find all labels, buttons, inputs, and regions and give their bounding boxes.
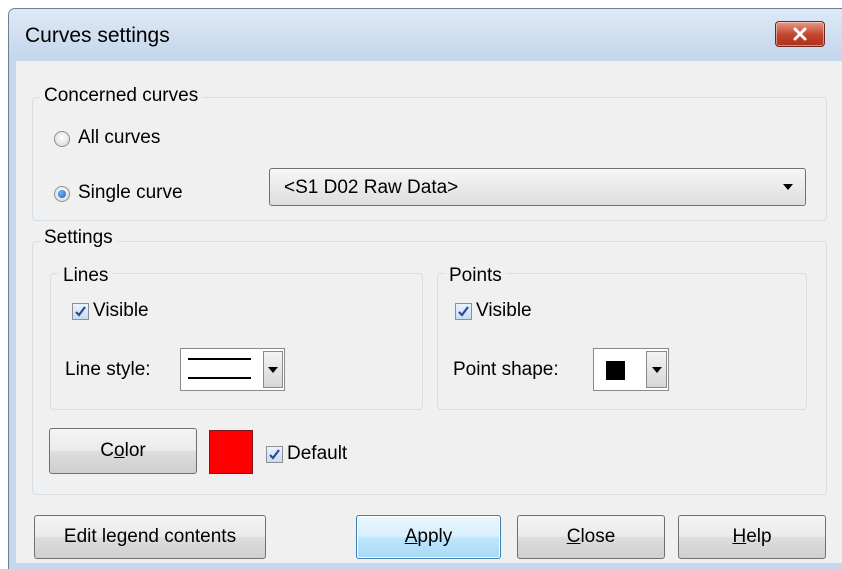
help-mnemonic: H: [732, 526, 747, 547]
line-style-label: Line style:: [65, 359, 151, 380]
apply-button[interactable]: Apply: [356, 515, 501, 559]
square-shape-icon: [606, 361, 625, 380]
line-style-dropdown-button[interactable]: [263, 351, 283, 388]
chevron-down-icon: [783, 184, 793, 190]
curve-select[interactable]: <S1 D02 Raw Data>: [269, 168, 806, 206]
curve-select-value: <S1 D02 Raw Data>: [284, 177, 459, 198]
lines-visible-checkbox[interactable]: [72, 303, 89, 320]
points-visible-checkbox[interactable]: [455, 303, 472, 320]
checkmark-icon: [458, 306, 469, 317]
color-swatch[interactable]: [209, 430, 253, 474]
edit-legend-contents-button[interactable]: Edit legend contents: [34, 515, 266, 559]
lines-title: Lines: [59, 265, 113, 287]
points-visible-label[interactable]: Visible: [476, 300, 532, 322]
settings-title: Settings: [40, 227, 117, 249]
dialog-window: Curves settings Concerned curves All cur…: [8, 8, 842, 569]
window-title: Curves settings: [25, 24, 170, 47]
color-button-label-end: lor: [124, 440, 146, 461]
line-style-select[interactable]: [180, 348, 285, 391]
point-shape-select[interactable]: [593, 348, 669, 391]
lines-visible-label[interactable]: Visible: [93, 300, 149, 322]
close-window-button[interactable]: [775, 21, 825, 47]
close-button[interactable]: Close: [517, 515, 665, 559]
close-mnemonic: C: [566, 526, 581, 547]
close-icon: [793, 27, 807, 41]
all-curves-radio[interactable]: [54, 131, 70, 147]
title-bar[interactable]: Curves settings: [9, 9, 842, 61]
close-label: lose: [580, 526, 616, 547]
color-button-mnemonic: o: [114, 440, 125, 461]
concerned-curves-title: Concerned curves: [40, 85, 203, 107]
point-shape-dropdown-button[interactable]: [646, 351, 667, 388]
chevron-down-icon: [268, 366, 278, 373]
points-title: Points: [445, 265, 506, 287]
color-button-label-start: C: [100, 440, 115, 461]
apply-mnemonic: A: [404, 526, 418, 547]
default-label[interactable]: Default: [287, 443, 347, 465]
checkmark-icon: [269, 449, 280, 460]
single-curve-label[interactable]: Single curve: [78, 182, 183, 204]
dialog-client-area: Concerned curves All curves Single curve…: [16, 61, 842, 563]
edit-legend-contents-label: Edit legend contents: [63, 526, 237, 547]
all-curves-label[interactable]: All curves: [78, 127, 160, 149]
checkmark-icon: [75, 306, 86, 317]
line-style-preview: [188, 358, 251, 379]
color-button[interactable]: Co lor: [49, 428, 197, 474]
default-checkbox[interactable]: [266, 446, 283, 463]
help-label: elp: [746, 526, 772, 547]
help-button[interactable]: Help: [678, 515, 826, 559]
point-shape-label: Point shape:: [453, 359, 559, 380]
single-curve-radio[interactable]: [54, 186, 70, 202]
apply-label: pply: [417, 526, 453, 547]
chevron-down-icon: [651, 366, 662, 373]
